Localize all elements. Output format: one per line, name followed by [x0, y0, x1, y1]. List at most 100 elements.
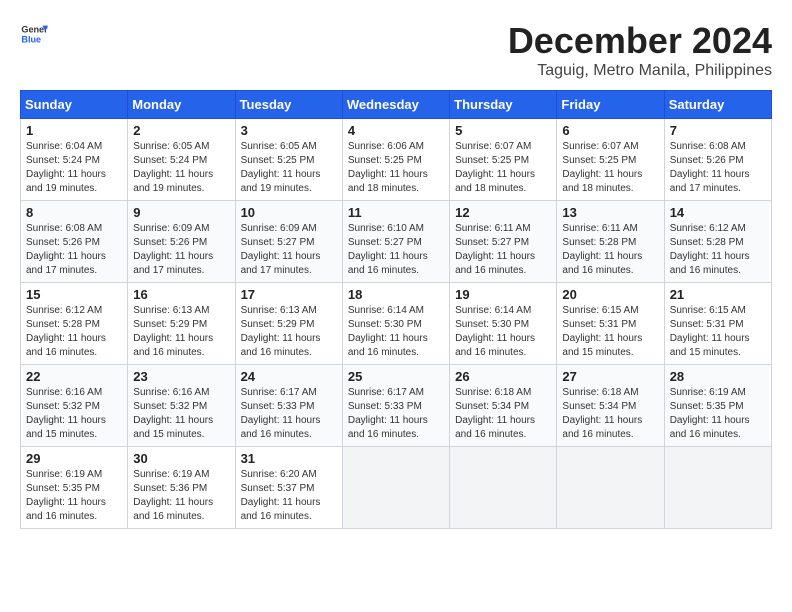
day-info: Sunrise: 6:19 AM Sunset: 5:35 PM Dayligh… — [26, 468, 122, 524]
day-info: Sunrise: 6:15 AM Sunset: 5:31 PM Dayligh… — [562, 304, 658, 360]
calendar-cell: 29 Sunrise: 6:19 AM Sunset: 5:35 PM Dayl… — [21, 447, 128, 529]
day-info: Sunrise: 6:08 AM Sunset: 5:26 PM Dayligh… — [26, 222, 122, 278]
day-info: Sunrise: 6:11 AM Sunset: 5:27 PM Dayligh… — [455, 222, 551, 278]
day-info: Sunrise: 6:13 AM Sunset: 5:29 PM Dayligh… — [133, 304, 229, 360]
day-info: Sunrise: 6:09 AM Sunset: 5:26 PM Dayligh… — [133, 222, 229, 278]
calendar-cell: 26 Sunrise: 6:18 AM Sunset: 5:34 PM Dayl… — [450, 365, 557, 447]
day-number: 8 — [26, 205, 122, 220]
month-title: December 2024 — [508, 20, 772, 62]
calendar-week-row: 1 Sunrise: 6:04 AM Sunset: 5:24 PM Dayli… — [21, 119, 772, 201]
calendar-cell: 15 Sunrise: 6:12 AM Sunset: 5:28 PM Dayl… — [21, 283, 128, 365]
calendar-cell: 16 Sunrise: 6:13 AM Sunset: 5:29 PM Dayl… — [128, 283, 235, 365]
day-info: Sunrise: 6:06 AM Sunset: 5:25 PM Dayligh… — [348, 140, 444, 196]
day-number: 1 — [26, 123, 122, 138]
day-number: 26 — [455, 369, 551, 384]
calendar-cell: 24 Sunrise: 6:17 AM Sunset: 5:33 PM Dayl… — [235, 365, 342, 447]
day-number: 19 — [455, 287, 551, 302]
calendar-cell: 6 Sunrise: 6:07 AM Sunset: 5:25 PM Dayli… — [557, 119, 664, 201]
day-info: Sunrise: 6:13 AM Sunset: 5:29 PM Dayligh… — [241, 304, 337, 360]
calendar-cell: 21 Sunrise: 6:15 AM Sunset: 5:31 PM Dayl… — [664, 283, 771, 365]
calendar-cell: 2 Sunrise: 6:05 AM Sunset: 5:24 PM Dayli… — [128, 119, 235, 201]
day-number: 29 — [26, 451, 122, 466]
day-number: 25 — [348, 369, 444, 384]
day-number: 15 — [26, 287, 122, 302]
day-info: Sunrise: 6:05 AM Sunset: 5:24 PM Dayligh… — [133, 140, 229, 196]
calendar-cell: 28 Sunrise: 6:19 AM Sunset: 5:35 PM Dayl… — [664, 365, 771, 447]
day-info: Sunrise: 6:04 AM Sunset: 5:24 PM Dayligh… — [26, 140, 122, 196]
day-number: 10 — [241, 205, 337, 220]
calendar-cell: 25 Sunrise: 6:17 AM Sunset: 5:33 PM Dayl… — [342, 365, 449, 447]
day-info: Sunrise: 6:16 AM Sunset: 5:32 PM Dayligh… — [133, 386, 229, 442]
day-info: Sunrise: 6:18 AM Sunset: 5:34 PM Dayligh… — [562, 386, 658, 442]
calendar-cell: 10 Sunrise: 6:09 AM Sunset: 5:27 PM Dayl… — [235, 201, 342, 283]
calendar-week-row: 15 Sunrise: 6:12 AM Sunset: 5:28 PM Dayl… — [21, 283, 772, 365]
generalblue-logo-icon: General Blue — [20, 20, 48, 48]
day-info: Sunrise: 6:18 AM Sunset: 5:34 PM Dayligh… — [455, 386, 551, 442]
day-number: 28 — [670, 369, 766, 384]
day-number: 7 — [670, 123, 766, 138]
calendar-week-row: 22 Sunrise: 6:16 AM Sunset: 5:32 PM Dayl… — [21, 365, 772, 447]
svg-text:Blue: Blue — [21, 34, 41, 44]
col-wednesday: Wednesday — [342, 91, 449, 119]
day-info: Sunrise: 6:14 AM Sunset: 5:30 PM Dayligh… — [348, 304, 444, 360]
day-info: Sunrise: 6:05 AM Sunset: 5:25 PM Dayligh… — [241, 140, 337, 196]
day-number: 23 — [133, 369, 229, 384]
day-number: 4 — [348, 123, 444, 138]
day-info: Sunrise: 6:11 AM Sunset: 5:28 PM Dayligh… — [562, 222, 658, 278]
day-info: Sunrise: 6:14 AM Sunset: 5:30 PM Dayligh… — [455, 304, 551, 360]
calendar-cell: 30 Sunrise: 6:19 AM Sunset: 5:36 PM Dayl… — [128, 447, 235, 529]
calendar-cell: 19 Sunrise: 6:14 AM Sunset: 5:30 PM Dayl… — [450, 283, 557, 365]
calendar-cell: 12 Sunrise: 6:11 AM Sunset: 5:27 PM Dayl… — [450, 201, 557, 283]
col-saturday: Saturday — [664, 91, 771, 119]
calendar-cell: 22 Sunrise: 6:16 AM Sunset: 5:32 PM Dayl… — [21, 365, 128, 447]
day-info: Sunrise: 6:17 AM Sunset: 5:33 PM Dayligh… — [348, 386, 444, 442]
day-info: Sunrise: 6:07 AM Sunset: 5:25 PM Dayligh… — [562, 140, 658, 196]
day-number: 22 — [26, 369, 122, 384]
day-number: 5 — [455, 123, 551, 138]
day-info: Sunrise: 6:08 AM Sunset: 5:26 PM Dayligh… — [670, 140, 766, 196]
calendar-week-row: 29 Sunrise: 6:19 AM Sunset: 5:35 PM Dayl… — [21, 447, 772, 529]
calendar-cell: 4 Sunrise: 6:06 AM Sunset: 5:25 PM Dayli… — [342, 119, 449, 201]
day-info: Sunrise: 6:12 AM Sunset: 5:28 PM Dayligh… — [670, 222, 766, 278]
title-section: December 2024 Taguig, Metro Manila, Phil… — [508, 20, 772, 80]
col-sunday: Sunday — [21, 91, 128, 119]
day-info: Sunrise: 6:16 AM Sunset: 5:32 PM Dayligh… — [26, 386, 122, 442]
calendar-cell: 9 Sunrise: 6:09 AM Sunset: 5:26 PM Dayli… — [128, 201, 235, 283]
day-number: 30 — [133, 451, 229, 466]
calendar-table: Sunday Monday Tuesday Wednesday Thursday… — [20, 90, 772, 529]
calendar-cell — [342, 447, 449, 529]
day-info: Sunrise: 6:19 AM Sunset: 5:35 PM Dayligh… — [670, 386, 766, 442]
col-tuesday: Tuesday — [235, 91, 342, 119]
calendar-cell: 23 Sunrise: 6:16 AM Sunset: 5:32 PM Dayl… — [128, 365, 235, 447]
calendar-header-row: Sunday Monday Tuesday Wednesday Thursday… — [21, 91, 772, 119]
calendar-cell: 1 Sunrise: 6:04 AM Sunset: 5:24 PM Dayli… — [21, 119, 128, 201]
col-monday: Monday — [128, 91, 235, 119]
calendar-cell: 31 Sunrise: 6:20 AM Sunset: 5:37 PM Dayl… — [235, 447, 342, 529]
calendar-cell: 11 Sunrise: 6:10 AM Sunset: 5:27 PM Dayl… — [342, 201, 449, 283]
calendar-cell — [557, 447, 664, 529]
day-info: Sunrise: 6:15 AM Sunset: 5:31 PM Dayligh… — [670, 304, 766, 360]
day-info: Sunrise: 6:09 AM Sunset: 5:27 PM Dayligh… — [241, 222, 337, 278]
col-friday: Friday — [557, 91, 664, 119]
calendar-cell — [450, 447, 557, 529]
calendar-week-row: 8 Sunrise: 6:08 AM Sunset: 5:26 PM Dayli… — [21, 201, 772, 283]
day-number: 20 — [562, 287, 658, 302]
day-number: 27 — [562, 369, 658, 384]
day-info: Sunrise: 6:20 AM Sunset: 5:37 PM Dayligh… — [241, 468, 337, 524]
day-number: 14 — [670, 205, 766, 220]
logo: General Blue — [20, 20, 48, 48]
calendar-cell: 13 Sunrise: 6:11 AM Sunset: 5:28 PM Dayl… — [557, 201, 664, 283]
calendar-cell: 8 Sunrise: 6:08 AM Sunset: 5:26 PM Dayli… — [21, 201, 128, 283]
day-number: 9 — [133, 205, 229, 220]
day-number: 16 — [133, 287, 229, 302]
day-info: Sunrise: 6:07 AM Sunset: 5:25 PM Dayligh… — [455, 140, 551, 196]
day-info: Sunrise: 6:17 AM Sunset: 5:33 PM Dayligh… — [241, 386, 337, 442]
day-info: Sunrise: 6:10 AM Sunset: 5:27 PM Dayligh… — [348, 222, 444, 278]
col-thursday: Thursday — [450, 91, 557, 119]
day-number: 3 — [241, 123, 337, 138]
calendar-cell: 14 Sunrise: 6:12 AM Sunset: 5:28 PM Dayl… — [664, 201, 771, 283]
day-number: 17 — [241, 287, 337, 302]
calendar-cell: 20 Sunrise: 6:15 AM Sunset: 5:31 PM Dayl… — [557, 283, 664, 365]
calendar-cell: 17 Sunrise: 6:13 AM Sunset: 5:29 PM Dayl… — [235, 283, 342, 365]
day-number: 12 — [455, 205, 551, 220]
